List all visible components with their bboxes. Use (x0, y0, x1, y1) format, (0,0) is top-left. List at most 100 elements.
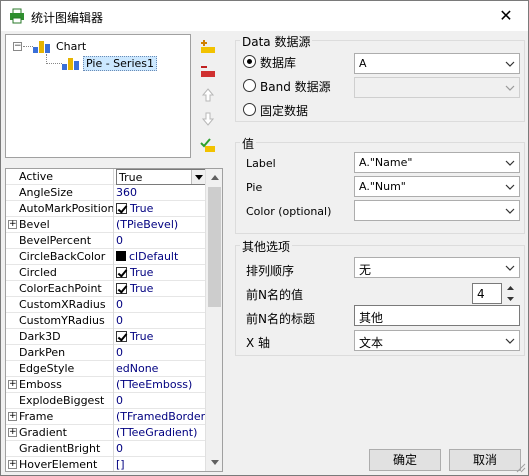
property-row[interactable]: CustomYRadius 0 (6, 313, 206, 329)
property-value[interactable]: (TPieBevel) (116, 218, 178, 231)
radio-band[interactable] (243, 79, 256, 92)
property-row[interactable]: ColorEachPoint True (6, 281, 206, 297)
property-value[interactable]: (TTeeEmboss) (116, 378, 192, 391)
close-icon: ✕ (499, 6, 513, 25)
close-button[interactable]: ✕ (488, 3, 524, 29)
resize-grip-icon[interactable] (516, 463, 526, 473)
property-expander[interactable]: + (8, 428, 17, 437)
tree-item-chart[interactable]: Chart (33, 38, 88, 54)
color-select[interactable] (354, 200, 520, 221)
scroll-down-icon[interactable] (206, 454, 222, 471)
chevron-down-icon (505, 338, 515, 344)
sort-label: 排列顺序 (246, 264, 295, 278)
property-value[interactable]: True (116, 266, 153, 279)
scroll-up-icon[interactable] (206, 169, 222, 186)
property-row[interactable]: Circled True (6, 265, 206, 281)
property-row[interactable]: CircleBackColor clDefault (6, 249, 206, 265)
property-expander[interactable]: + (8, 220, 17, 229)
label-select[interactable]: A."Name" (354, 152, 520, 173)
values-title: 值 (240, 135, 257, 152)
stepper-up-icon[interactable] (503, 282, 517, 293)
topn-stepper[interactable] (503, 282, 517, 304)
property-value[interactable]: True (116, 330, 153, 343)
property-grid: Active True AngleSize 360 AutoMarkPosition Tr… (5, 168, 223, 472)
other-options-title: 其他选项 (240, 238, 293, 255)
scroll-thumb[interactable] (208, 187, 221, 307)
property-value[interactable]: 0 (116, 314, 123, 327)
property-value[interactable]: 360 (116, 186, 137, 199)
property-row[interactable]: AngleSize 360 (6, 185, 206, 201)
database-select[interactable]: A (354, 53, 520, 74)
checkbox[interactable] (116, 203, 127, 214)
property-value[interactable]: [] (116, 458, 125, 471)
property-row[interactable]: EdgeStyle edNone (6, 361, 206, 377)
radio-fixed[interactable] (243, 103, 256, 116)
property-value[interactable]: (TFramedBorder) (116, 410, 209, 423)
property-row[interactable]: Active True (6, 169, 206, 185)
ok-button[interactable]: 确定 (369, 449, 441, 471)
tree-expander[interactable]: − (13, 42, 22, 51)
radio-database-label: 数据库 (260, 56, 297, 70)
property-row[interactable]: + HoverElement [] (6, 457, 206, 471)
property-row[interactable]: AutoMarkPosition True (6, 201, 206, 217)
radio-database[interactable] (243, 55, 256, 68)
title-bar: 统计图编辑器 ✕ (1, 1, 528, 31)
property-value[interactable]: edNone (116, 362, 158, 375)
xaxis-select[interactable]: 文本 (354, 330, 520, 351)
property-row[interactable]: GradientBright 0 (6, 441, 206, 457)
band-select[interactable] (354, 77, 520, 98)
move-down-button[interactable] (199, 110, 217, 128)
property-row[interactable]: + Emboss (TTeeEmboss) (6, 377, 206, 393)
property-expander[interactable]: + (8, 412, 17, 421)
property-name: CustomXRadius (19, 298, 106, 311)
move-up-button[interactable] (199, 86, 217, 104)
checkbox[interactable] (116, 283, 127, 294)
property-row[interactable]: + Frame (TFramedBorder) (6, 409, 209, 425)
property-value-select[interactable]: True (116, 169, 206, 185)
property-row[interactable]: BevelPercent 0 (6, 233, 206, 249)
property-row[interactable]: CustomXRadius 0 (6, 297, 206, 313)
property-name: EdgeStyle (19, 362, 75, 375)
window-title: 统计图编辑器 (31, 11, 104, 25)
property-expander[interactable]: + (8, 380, 17, 389)
add-series-button[interactable] (199, 38, 217, 56)
property-row[interactable]: Dark3D True (6, 329, 206, 345)
property-value[interactable]: 0 (116, 298, 123, 311)
property-row[interactable]: + Bevel (TPieBevel) (6, 217, 206, 233)
property-name: CustomYRadius (19, 314, 105, 327)
move-up-icon (202, 88, 214, 102)
property-expander[interactable]: + (8, 460, 17, 469)
property-row[interactable]: DarkPen 0 (6, 345, 206, 361)
property-row[interactable]: + Gradient (TTeeGradient) (6, 425, 206, 441)
property-value[interactable]: (TTeeGradient) (116, 426, 197, 439)
property-value[interactable]: clDefault (116, 250, 178, 263)
tree-item-series[interactable]: Pie - Series1 (62, 55, 158, 71)
property-value[interactable]: 0 (116, 346, 123, 359)
left-panel: − Chart Pie - Series1 Active True AngleS… (5, 34, 223, 472)
edit-series-button[interactable] (199, 136, 217, 154)
checkbox[interactable] (116, 331, 127, 342)
sort-select[interactable]: 无 (354, 257, 520, 278)
stepper-down-icon[interactable] (503, 293, 517, 304)
property-name: ColorEachPoint (19, 282, 102, 295)
delete-series-icon (201, 66, 215, 77)
property-row[interactable]: ExplodeBiggest 0 (6, 393, 206, 409)
pie-select[interactable]: A."Num" (354, 176, 520, 197)
cancel-button[interactable]: 取消 (449, 449, 521, 471)
property-value[interactable]: True (116, 282, 153, 295)
property-name: Circled (19, 266, 57, 279)
series-icon (62, 58, 79, 70)
delete-series-button[interactable] (199, 62, 217, 80)
checkbox[interactable] (116, 267, 127, 278)
topn-label: 前N名的值 (246, 288, 303, 302)
property-value[interactable]: 0 (116, 442, 123, 455)
topn-input[interactable]: 4 (472, 283, 502, 304)
property-value[interactable]: 0 (116, 394, 123, 407)
property-name: Frame (19, 410, 54, 423)
topn-title-input[interactable]: 其他 (354, 305, 520, 326)
property-value[interactable]: 0 (116, 234, 123, 247)
property-scrollbar[interactable] (205, 169, 222, 471)
property-value[interactable]: True (116, 202, 153, 215)
property-name: Emboss (19, 378, 62, 391)
property-name: CircleBackColor (19, 250, 106, 263)
